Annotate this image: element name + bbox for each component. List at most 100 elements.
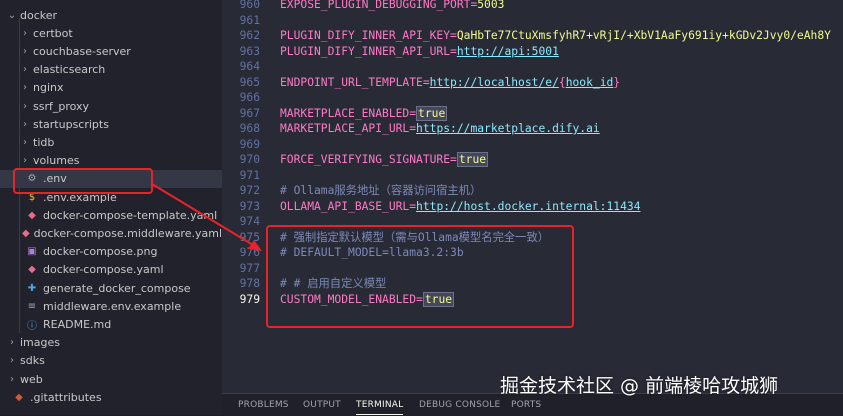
code-text: MARKETPLACE_API_URL=https://marketplace.… — [280, 121, 600, 137]
explorer-item[interactable]: ◆ .gitattributes — [0, 388, 222, 406]
explorer-item[interactable]: › startupscripts — [0, 115, 222, 133]
line-number: 965 — [239, 75, 260, 89]
code-line[interactable]: 971 — [222, 168, 843, 184]
code-line[interactable]: 972 # Ollama服务地址（容器访问宿主机） — [222, 183, 843, 199]
explorer-item[interactable]: › tidb — [0, 133, 222, 151]
line-number: 969 — [239, 137, 260, 151]
line-number: 976 — [239, 246, 260, 259]
explorer-item[interactable]: › web — [0, 370, 222, 388]
line-number: 975 — [239, 230, 260, 244]
explorer-item[interactable]: › ssrf_proxy — [0, 97, 222, 115]
explorer-item-label: sdks — [20, 354, 45, 368]
code-editor[interactable]: 960 EXPOSE_PLUGIN_DEBUGGING_PORT=5003 961 9… — [222, 0, 843, 393]
env-url-value: http://localhost/e/ — [429, 75, 559, 89]
explorer-item-label: .gitattributes — [30, 390, 102, 404]
code-line[interactable]: 961 — [222, 13, 843, 29]
explorer-item[interactable]: ▣ docker-compose.png — [0, 243, 222, 261]
chevron-right-icon: › — [10, 373, 14, 385]
explorer-item[interactable]: › elasticsearch — [0, 61, 222, 79]
code-line[interactable]: 967 MARKETPLACE_ENABLED= true — [222, 105, 843, 122]
line-number: 961 — [239, 13, 260, 27]
python-icon: ✚ — [27, 282, 37, 294]
env-key: OLLAMA_API_BASE_URL — [280, 199, 410, 213]
code-line[interactable]: 966 — [222, 90, 843, 106]
explorer-item-label: startupscripts — [33, 117, 109, 131]
line-number: 974 — [239, 215, 260, 228]
explorer-item-label: docker-compose-template.yaml — [43, 208, 218, 222]
code-line[interactable]: 964 — [222, 59, 843, 75]
chevron-right-icon: › — [10, 337, 14, 349]
code-line[interactable]: 968 MARKETPLACE_API_URL=https://marketpla… — [222, 121, 843, 137]
explorer-item[interactable]: › certbot — [0, 24, 222, 42]
line-number: 966 — [239, 91, 260, 104]
explorer-item-label: volumes — [33, 154, 80, 168]
code-text: FORCE_VERIFYING_SIGNATURE= true — [280, 152, 489, 168]
env-key: MARKETPLACE_ENABLED — [280, 106, 410, 120]
panel-tab-problems[interactable]: PROBLEMS — [238, 400, 289, 410]
line-number: 978 — [239, 277, 260, 290]
docker-whale-icon: ◆ — [21, 227, 30, 239]
code-text: ENDPOINT_URL_TEMPLATE=http://localhost/e… — [280, 75, 620, 91]
docker-whale-icon: ◆ — [28, 209, 36, 221]
env-url-value: http://host.docker.internal:11434 — [416, 199, 641, 213]
explorer-item-label: images — [20, 336, 60, 350]
explorer-item[interactable]: › sdks — [0, 352, 222, 370]
explorer-item[interactable]: ◆ docker-compose-template.yaml — [0, 206, 222, 224]
explorer-item[interactable]: ≡ middleware.env.example — [0, 297, 222, 315]
code-line[interactable]: 963 PLUGIN_DIFY_INNER_API_URL=http://api:… — [222, 44, 843, 60]
panel-tab-debug-console[interactable]: DEBUG CONSOLE — [419, 400, 500, 410]
panel-tab-ports[interactable]: PORTS — [511, 400, 541, 410]
code-text: PLUGIN_DIFY_INNER_API_KEY=QaHbTe77CtuXms… — [280, 28, 831, 44]
equals-sign: = — [450, 44, 457, 58]
code-line[interactable]: 970 FORCE_VERIFYING_SIGNATURE= true — [222, 152, 843, 168]
explorer-item-label: certbot — [33, 26, 73, 40]
chevron-right-icon: › — [23, 155, 27, 167]
explorer-item-label: docker-compose.png — [43, 245, 158, 259]
explorer-item[interactable]: ⓘ README.md — [0, 315, 222, 333]
chevron-right-icon: › — [10, 355, 14, 367]
chevron-right-icon: › — [23, 136, 27, 148]
explorer-item[interactable]: › volumes — [0, 152, 222, 170]
equals-sign: = — [422, 75, 430, 89]
explorer-item[interactable]: › nginx — [0, 79, 222, 97]
line-number: 962 — [239, 29, 260, 42]
chevron-right-icon: › — [23, 100, 27, 112]
explorer-item[interactable]: › images — [0, 334, 222, 352]
template-placeholder: hook_id — [565, 75, 614, 89]
explorer-item-label: nginx — [33, 81, 64, 95]
code-line[interactable]: 960 EXPOSE_PLUGIN_DEBUGGING_PORT=5003 — [222, 0, 843, 13]
explorer-item[interactable]: › couchbase-server — [0, 42, 222, 60]
env-url-value: http://api:5001 — [456, 44, 559, 58]
explorer-item-label: README.md — [43, 317, 112, 331]
code-line[interactable]: 973 OLLAMA_API_BASE_URL=http://host.docke… — [222, 199, 843, 215]
chevron-right-icon: › — [23, 118, 27, 130]
brace: { — [558, 75, 566, 89]
explorer-item-label: ssrf_proxy — [33, 99, 90, 113]
env-value: 5003 — [477, 0, 505, 11]
code-text: OLLAMA_API_BASE_URL=http://host.docker.i… — [280, 199, 641, 215]
code-line[interactable]: 969 — [222, 137, 843, 153]
text-file-icon: ≡ — [27, 300, 37, 312]
explorer-item-label: docker — [20, 8, 58, 22]
panel-tab-output[interactable]: OUTPUT — [303, 400, 341, 410]
code-text: MARKETPLACE_ENABLED= true — [280, 105, 448, 122]
code-line[interactable]: 965 ENDPOINT_URL_TEMPLATE=http://localhos… — [222, 75, 843, 91]
explorer-item[interactable]: ✚ generate_docker_compose — [0, 279, 222, 297]
explorer-item[interactable]: ◆ docker-compose.middleware.yaml — [0, 224, 222, 242]
explorer-item-label: docker-compose.yaml — [43, 263, 164, 277]
code-line[interactable]: 962 PLUGIN_DIFY_INNER_API_KEY=QaHbTe77Ctu… — [222, 28, 843, 44]
explorer-item-label: elasticsearch — [33, 63, 106, 77]
env-value: QaHbTe77CtuXmsfyhR7+vRjI/+XbV1AaFy691iy+… — [456, 29, 831, 42]
explorer-item[interactable]: ⌄ docker — [0, 6, 222, 24]
explorer-item[interactable]: ◆ docker-compose.yaml — [0, 261, 222, 279]
explorer-item-label: web — [20, 372, 43, 386]
line-number: 968 — [239, 122, 260, 135]
line-number: 967 — [239, 106, 260, 120]
line-number: 973 — [239, 199, 260, 213]
env-key: MARKETPLACE_API_URL — [280, 122, 410, 135]
panel-tab-terminal[interactable]: TERMINAL — [356, 400, 404, 415]
explorer-item-label: middleware.env.example — [43, 299, 182, 313]
env-boolean-value: true — [416, 105, 448, 121]
brace: } — [613, 75, 621, 89]
explorer-item-label: docker-compose.middleware.yaml — [33, 226, 222, 240]
